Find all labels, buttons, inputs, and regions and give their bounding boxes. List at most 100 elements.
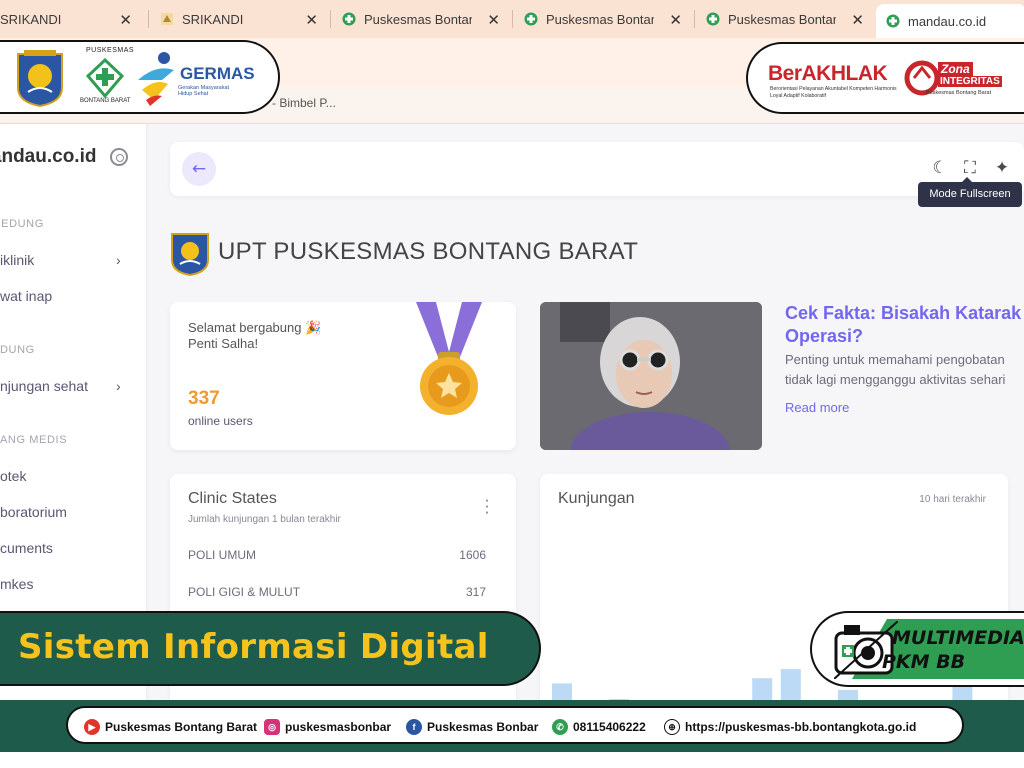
green-cross-icon (706, 12, 720, 26)
bontang-city-seal (171, 233, 209, 276)
green-cross-icon (886, 14, 900, 28)
clinic-visit-count: 317 (465, 585, 486, 599)
germas-logo-text: GERMAS (180, 64, 255, 83)
sidebar-item-laboratorium[interactable]: boratorium (0, 504, 146, 528)
facebook-icon: f (406, 719, 422, 735)
article-title[interactable]: Cek Fakta: Bisakah Katarak Operasi? (785, 302, 1024, 348)
title-banner: Sistem Informasi Digital (0, 611, 541, 686)
card-title: Clinic States (188, 490, 277, 507)
top-navbar: ← ☾ ⛶ ✦ (170, 142, 1024, 196)
green-cross-icon (342, 12, 356, 26)
close-icon[interactable]: ✕ (305, 11, 318, 29)
sidebar-item-label: otek (0, 468, 27, 484)
instagram-label: puskesmasbonbar (285, 720, 392, 734)
tab-title: mandau.co.id (908, 13, 987, 29)
welcome-card: Selamat bergabung 🎉 Penti Salha! 337 onl… (170, 302, 516, 450)
sidebar-item-label: boratorium (0, 504, 67, 520)
tab-puskesmas-3[interactable]: Puskesmas Bontan ✕ (702, 4, 872, 34)
card-subtitle: Jumlah kunjungan 1 bulan terakhir (188, 514, 341, 525)
tab-mandau-active[interactable]: mandau.co.id (876, 4, 1024, 38)
zona-logo-text: Zona (938, 62, 973, 76)
tab-srikandi-2[interactable]: SRIKANDI ✕ (156, 4, 326, 34)
article-thumbnail[interactable] (540, 302, 762, 450)
partner-logos-left: PUSKESMAS BONTANG BARAT GERMAS Gerakan M… (0, 40, 280, 114)
clinic-visit-count: 1606 (459, 548, 486, 562)
youtube-icon: ▶ (84, 719, 100, 735)
sidebar-item-apotek[interactable]: otek (0, 468, 146, 492)
banner-title: Sistem Informasi Digital (18, 627, 489, 667)
article-photo (540, 302, 762, 450)
puskesmas-logo (86, 58, 124, 98)
brand-text: mandau.co.id (0, 146, 97, 167)
instagram-icon: ◎ (264, 719, 280, 735)
tab-puskesmas-2[interactable]: Puskesmas Bontan ✕ (520, 4, 690, 34)
article-description: Penting untuk memahami pengobatan tidak … (785, 352, 1006, 387)
table-row: POLI UMUM 1606 (188, 548, 486, 568)
integritas-logo-text: INTEGRITAS (938, 76, 1002, 87)
tab-srikandi-1[interactable]: SRIKANDI ✕ (0, 4, 140, 34)
sidebar-item-label: cuments (0, 540, 53, 556)
sidebar-item-label: njungan sehat (0, 378, 88, 394)
social-links-bar: ▶ Puskesmas Bontang Barat ◎ puskesmasbon… (66, 706, 964, 744)
tab-separator (330, 10, 331, 28)
germas-logo-subtitle: Gerakan Masyarakat Hidup Sehat (178, 85, 230, 97)
page-title: UPT PUSKESMAS BONTANG BARAT (218, 238, 639, 265)
berakhlak-logo-text: BerAKHLAK (768, 62, 888, 85)
close-icon[interactable]: ✕ (487, 11, 500, 29)
sidebar-item-poliklinik[interactable]: iklinik › (0, 252, 146, 276)
bookmark-item[interactable]: - Bimbel P... (272, 96, 336, 110)
sidebar-section-header: ANG MEDIS (0, 434, 68, 446)
whatsapp-link[interactable]: ✆ 08115406222 (552, 719, 646, 735)
brand-name[interactable]: mandau.co.id (0, 146, 96, 168)
bontang-city-seal (17, 50, 63, 108)
read-more-link[interactable]: Read more (785, 400, 849, 415)
sidebar-section-header: DUNG (0, 344, 35, 356)
sidebar-item-documents[interactable]: cuments (0, 540, 146, 564)
tab-separator (148, 10, 149, 28)
kebab-menu-icon[interactable]: · · · (482, 494, 492, 521)
clinic-name: POLI UMUM (188, 548, 257, 562)
online-users-count: 337 (188, 388, 220, 409)
close-icon[interactable]: ✕ (669, 11, 682, 29)
tab-separator (694, 10, 695, 28)
chevron-right-icon: › (116, 378, 121, 394)
zona-logo-subtitle: Puskesmas Bontang Barat (926, 90, 992, 96)
fullscreen-tooltip: Mode Fullscreen (918, 177, 1022, 207)
sidebar-item-rawat-inap[interactable]: wat inap (0, 288, 146, 312)
table-row: POLI GIGI & MULUT 317 (188, 585, 486, 605)
sidebar-item-jamkes[interactable]: mkes (0, 576, 146, 600)
globe-icon: ⊕ (664, 719, 680, 735)
green-cross-icon (524, 12, 538, 26)
arrow-left-icon: ← (191, 159, 207, 179)
tab-separator (512, 10, 513, 28)
multimedia-subtitle: PKM BB (882, 651, 966, 673)
tab-title: SRIKANDI (0, 11, 62, 27)
user-name: Penti Salha! (188, 336, 259, 351)
welcome-greeting: Selamat bergabung 🎉 Penti Salha! (188, 320, 368, 352)
close-icon[interactable]: ✕ (851, 11, 864, 29)
tab-puskesmas-1[interactable]: Puskesmas Bontan ✕ (338, 4, 508, 34)
fullscreen-icon[interactable]: ⛶ (960, 158, 980, 178)
chevron-right-icon: › (116, 252, 121, 268)
sidebar-toggle-icon[interactable] (110, 148, 128, 166)
greeting-line: Selamat bergabung 🎉 (188, 320, 322, 335)
moon-icon[interactable]: ☾ (930, 158, 950, 178)
tab-title: Puskesmas Bontan (728, 11, 836, 27)
tab-title: Puskesmas Bontan (546, 11, 654, 27)
youtube-label: Puskesmas Bontang Barat (105, 720, 258, 734)
facebook-link[interactable]: f Puskesmas Bonbar (406, 719, 538, 735)
clinic-name: POLI GIGI & MULUT (188, 585, 301, 599)
close-icon[interactable]: ✕ (119, 11, 132, 29)
puskesmas-logo-subtitle: BONTANG BARAT (80, 98, 131, 104)
srikandi-logo-icon (160, 12, 174, 26)
browser-tab-bar: SRIKANDI ✕ SRIKANDI ✕ Puskesmas Bontan ✕… (0, 0, 1024, 38)
website-link[interactable]: ⊕ https://puskesmas-bb.bontangkota.go.id (664, 719, 916, 735)
back-button[interactable]: ← (182, 152, 216, 186)
facebook-label: Puskesmas Bonbar (427, 720, 539, 734)
instagram-link[interactable]: ◎ puskesmasbonbar (264, 719, 391, 735)
multimedia-badge: MULTIMEDIA PKM BB (810, 611, 1024, 687)
youtube-link[interactable]: ▶ Puskesmas Bontang Barat (84, 719, 257, 735)
sidebar-item-kunjungan-sehat[interactable]: njungan sehat › (0, 378, 146, 402)
sparkle-icon[interactable]: ✦ (992, 158, 1012, 178)
partner-logos-right: BerAKHLAK Berorientasi Pelayanan Akuntab… (746, 42, 1024, 114)
